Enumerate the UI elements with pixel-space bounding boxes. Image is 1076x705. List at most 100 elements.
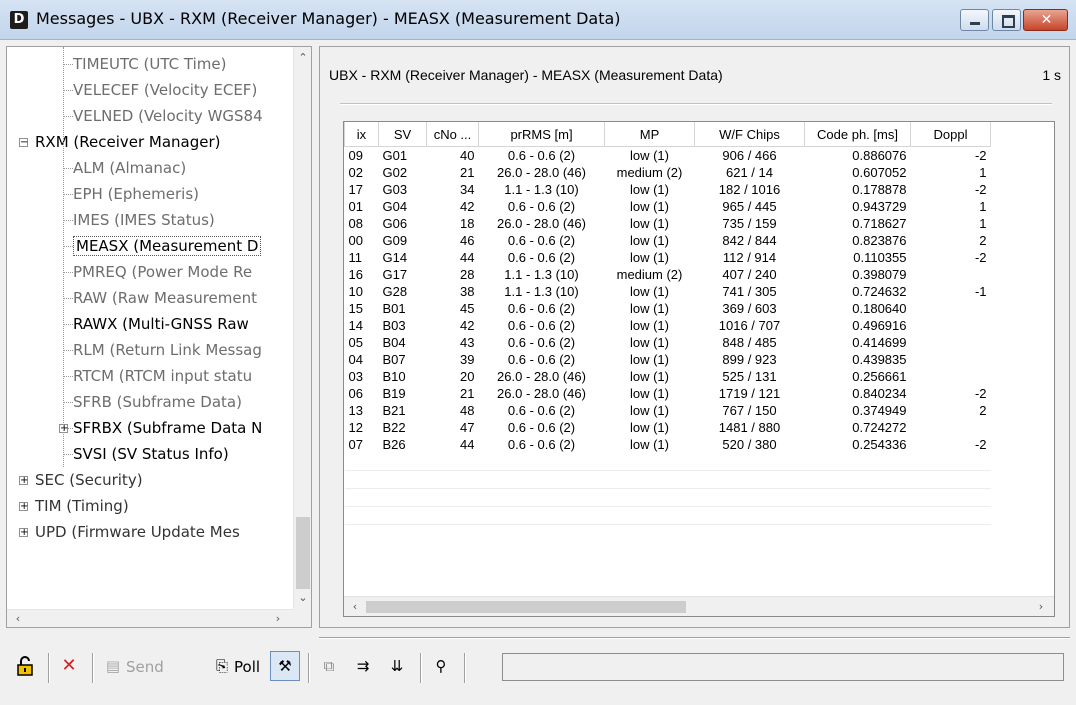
column-header[interactable]: SV	[378, 122, 427, 147]
table-row[interactable]: 13 B21 48 0.6 - 0.6 (2) low (1) 767 / 150 0.37…	[345, 402, 991, 419]
column-header[interactable]: prRMS [m]	[478, 122, 605, 147]
data-table: ix SV cNo ... prRMS [m] MP W/F Chips Code ph. …	[344, 122, 991, 525]
table-row[interactable]: 09 G01 40 0.6 - 0.6 (2) low (1) 906 / 466 0.88…	[345, 147, 991, 165]
table-cell: 06	[348, 386, 363, 401]
tree-vertical-scrollbar[interactable]: ⌃ ⌄	[293, 47, 311, 609]
table-row[interactable]: 07 B26 44 0.6 - 0.6 (2) low (1) 520 / 380 0.25…	[345, 436, 991, 453]
tree-item-label: RAW (Raw Measurement	[73, 289, 258, 307]
table-row[interactable]: 02 G02 21 26.0 - 28.0 (46) medium (2) 621 / 1…	[345, 164, 991, 181]
toolbar-separator	[48, 653, 50, 683]
tree-item[interactable]: IMES (IMES Status)	[73, 207, 215, 233]
collapse-icon[interactable]: −	[19, 138, 28, 148]
table-row[interactable]: 12 B22 47 0.6 - 0.6 (2) low (1) 1481 / 880 0.7…	[345, 419, 991, 436]
tree-item[interactable]: TIM (Timing)	[35, 493, 129, 519]
tree-item[interactable]: SEC (Security)	[35, 467, 143, 493]
tree-horizontal-scrollbar[interactable]: ‹ ›	[7, 609, 293, 627]
expand-icon[interactable]: +	[19, 476, 28, 486]
message-tree[interactable]: TIMEUTC (UTC Time) VELECEF (Velocity ECEF…	[6, 46, 312, 628]
table-cell: G17	[382, 267, 408, 282]
table-row[interactable]: 05 B04 43 0.6 - 0.6 (2) low (1) 848 / 485 0.41…	[345, 334, 991, 351]
table-row[interactable]: 03 B10 20 26.0 - 28.0 (46) low (1) 525 / 131 0…	[345, 368, 991, 385]
table-row[interactable]: 14 B03 42 0.6 - 0.6 (2) low (1) 1016 / 707 0.4…	[345, 317, 991, 334]
column-header[interactable]: W/F Chips	[694, 122, 805, 147]
table-row[interactable]: 17 G03 34 1.1 - 1.3 (10) low (1) 182 / 1016 0.…	[345, 181, 991, 198]
import-icon[interactable]: ⇉	[352, 655, 374, 677]
messages-window: D Messages - UBX - RXM (Receiver Manager…	[0, 0, 1076, 705]
expand-icon[interactable]: +	[19, 528, 28, 538]
tree-item-label: PMREQ (Power Mode Re	[73, 263, 253, 281]
tree-item[interactable]: VELECEF (Velocity ECEF)	[73, 77, 257, 103]
column-header[interactable]: MP	[604, 122, 695, 147]
table-cell: 0.6 - 0.6 (2)	[507, 199, 576, 214]
maximize-button[interactable]	[992, 9, 1021, 31]
table-row[interactable]: 08 G06 18 26.0 - 28.0 (46) low (1) 735 / 159 0…	[345, 215, 991, 232]
table-cell: 2	[979, 233, 987, 248]
table-cell: B21	[382, 403, 406, 418]
toolbar-separator	[92, 653, 94, 683]
table-cell: 2	[979, 403, 987, 418]
tree-item-label: SVSI (SV Status Info)	[73, 445, 229, 463]
table-horizontal-scrollbar[interactable]: ‹ ›	[344, 596, 1054, 616]
minimize-button[interactable]	[960, 9, 989, 31]
lock-icon[interactable]	[14, 655, 36, 677]
table-scroll-right-icon[interactable]: ›	[1032, 600, 1050, 613]
auto-poll-icon[interactable]: ⚒	[274, 655, 296, 677]
table-cell: 0.6 - 0.6 (2)	[507, 335, 576, 350]
tree-item[interactable]: TIMEUTC (UTC Time)	[73, 51, 226, 77]
table-cell: 1481 / 880	[718, 420, 781, 435]
scroll-down-icon[interactable]: ⌄	[294, 591, 311, 604]
table-row[interactable]: 06 B19 21 26.0 - 28.0 (46) low (1) 1719 / 121…	[345, 385, 991, 402]
scroll-left-icon[interactable]: ‹	[9, 612, 27, 625]
scroll-up-icon[interactable]: ⌃	[294, 51, 311, 64]
measurement-table[interactable]: ix SV cNo ... prRMS [m] MP W/F Chips Code ph. …	[343, 121, 1055, 617]
column-header[interactable]: Code ph. [ms]	[804, 122, 911, 147]
tree-item[interactable]: PMREQ (Power Mode Re	[73, 259, 252, 285]
tree-item[interactable]: SFRB (Subframe Data)	[73, 389, 242, 415]
tree-connector	[63, 350, 73, 351]
tree-item[interactable]: RTCM (RTCM input statu	[73, 363, 252, 389]
export-icon[interactable]: ⇊	[386, 655, 408, 677]
delete-icon[interactable]: ✕	[58, 655, 80, 677]
table-cell: 39	[460, 352, 475, 367]
table-row[interactable]: 04 B07 39 0.6 - 0.6 (2) low (1) 899 / 923 0.43…	[345, 351, 991, 368]
tree-item[interactable]: MEASX (Measurement D	[73, 233, 262, 259]
table-cell: 741 / 305	[722, 284, 777, 299]
tree-scroll-thumb[interactable]	[296, 517, 310, 589]
tree-item[interactable]: RAW (Raw Measurement	[73, 285, 257, 311]
tree-item[interactable]: SVSI (SV Status Info)	[73, 441, 229, 467]
table-cell	[911, 351, 991, 368]
tree-item[interactable]: ALM (Almanac)	[73, 155, 186, 181]
tree-item[interactable]: UPD (Firmware Update Mes	[35, 519, 240, 545]
column-header[interactable]: Doppl	[910, 122, 991, 147]
tree-item[interactable]: SFRBX (Subframe Data N	[73, 415, 262, 441]
tree-item[interactable]: RLM (Return Link Messag	[73, 337, 262, 363]
tree-connector	[63, 64, 73, 65]
column-header[interactable]: ix	[344, 122, 379, 147]
table-row[interactable]: 15 B01 45 0.6 - 0.6 (2) low (1) 369 / 603 0.18…	[345, 300, 991, 317]
table-cell: 26.0 - 28.0 (46)	[497, 216, 586, 231]
table-cell: 1	[979, 165, 987, 180]
table-cell: 44	[460, 437, 475, 452]
send-button[interactable]: Send	[126, 652, 164, 682]
tree-item[interactable]: VELNED (Velocity WGS84	[73, 103, 263, 129]
table-row[interactable]: 00 G09 46 0.6 - 0.6 (2) low (1) 842 / 844 0.82…	[345, 232, 991, 249]
scroll-right-icon[interactable]: ›	[269, 612, 287, 625]
column-header[interactable]: cNo ...	[426, 122, 479, 147]
table-row[interactable]: 10 G28 38 1.1 - 1.3 (10) low (1) 741 / 305 0.7…	[345, 283, 991, 300]
title-bar[interactable]: D Messages - UBX - RXM (Receiver Manager…	[0, 0, 1076, 40]
table-scroll-thumb[interactable]	[366, 601, 686, 613]
table-row[interactable]: 16 G17 28 1.1 - 1.3 (10) medium (2) 407 / 240…	[345, 266, 991, 283]
table-row[interactable]: 11 G14 44 0.6 - 0.6 (2) low (1) 112 / 914 0.11…	[345, 249, 991, 266]
tree-item[interactable]: RAWX (Multi-GNSS Raw	[73, 311, 249, 337]
close-button[interactable]: ✕	[1023, 9, 1068, 31]
table-row[interactable]: 01 G04 42 0.6 - 0.6 (2) low (1) 965 / 445 0.94…	[345, 198, 991, 215]
table-scroll-left-icon[interactable]: ‹	[346, 600, 364, 613]
copy-icon[interactable]: ⧉	[318, 655, 340, 677]
tree-item-label: TIMEUTC (UTC Time)	[73, 55, 227, 73]
poll-button[interactable]: Poll	[234, 652, 260, 682]
binoculars-icon[interactable]: ⚲	[430, 655, 452, 677]
table-cell: 16	[348, 267, 363, 282]
tree-item[interactable]: EPH (Ephemeris)	[73, 181, 199, 207]
panel-bottom-divider	[319, 637, 1070, 639]
expand-icon[interactable]: +	[19, 502, 28, 512]
